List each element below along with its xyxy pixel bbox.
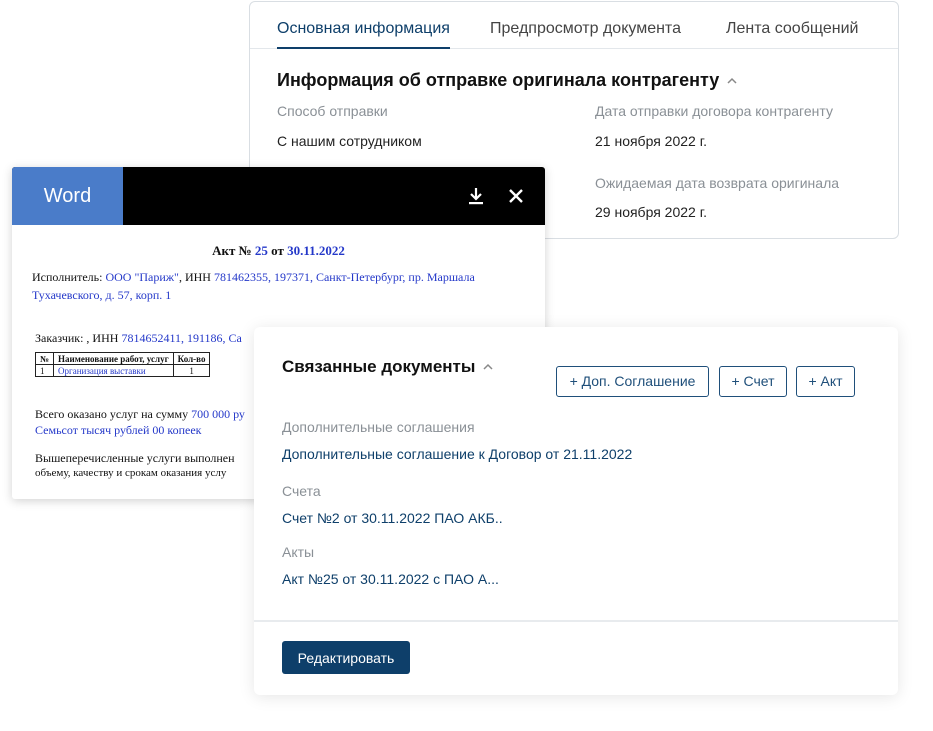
doc-executor-name: ООО "Париж" [105, 270, 179, 284]
agreement-link[interactable]: Дополнительные соглашение к Договор от 2… [282, 446, 632, 462]
invoice-link[interactable]: Счет №2 от 30.11.2022 ПАО АКБ.. [282, 510, 503, 526]
table-cell: Организация выставки [53, 364, 174, 377]
doc-total-prefix: Всего оказано услуг на сумму [35, 407, 189, 421]
linked-documents-card: Связанные документы + Доп. Соглашение + … [254, 327, 898, 695]
doc-total-amount: 700 000 ру [191, 407, 245, 421]
shipping-section-header[interactable]: Информация об отправке оригинала контраг… [277, 70, 737, 91]
table-header-row: № Наименование работ, услуг Кол-во [34, 352, 211, 365]
send-method-value: С нашим сотрудником [277, 133, 422, 149]
add-agreement-button[interactable]: + Доп. Соглашение [556, 366, 709, 397]
acts-label: Акты [282, 544, 315, 560]
doc-executor-line: Исполнитель: ООО "Париж", ИНН 781462355,… [32, 270, 475, 285]
doc-executor-details: 781462355, 197371, Санкт-Петербург, пр. … [213, 270, 475, 284]
chevron-up-icon[interactable] [483, 359, 493, 373]
word-viewer-header: Word [12, 167, 545, 225]
table-cell: 1 [34, 364, 55, 377]
doc-customer-line: Заказчик: , ИНН 7814652411, 191186, Са [35, 331, 242, 346]
send-date-label: Дата отправки договора контрагенту [595, 103, 833, 119]
doc-executor-inn-label: , ИНН [178, 270, 211, 284]
doc-title-prefix: Акт № [212, 243, 252, 258]
table-header-cell: Кол-во [172, 352, 211, 365]
doc-executor-prefix: Исполнитель: [32, 270, 103, 284]
table-cell: 1 [172, 364, 211, 377]
tab-document-preview[interactable]: Предпросмотр документа [490, 20, 681, 47]
doc-conclusion-1: Вышеперечисленные услуги выполнен [35, 451, 235, 465]
doc-title: Акт № 25 от 30.11.2022 [12, 243, 545, 259]
doc-conclusion-2: объему, качеству и срокам оказания услу [35, 467, 227, 479]
linked-docs-title: Связанные документы [282, 357, 476, 376]
chevron-up-icon[interactable] [727, 73, 737, 87]
doc-services-table: № Наименование работ, услуг Кол-во 1 Орг… [34, 352, 211, 377]
send-date-value: 21 ноября 2022 г. [595, 133, 707, 149]
tab-main-info[interactable]: Основная информация [277, 20, 450, 49]
invoices-label: Счета [282, 483, 321, 499]
return-date-value: 29 ноября 2022 г. [595, 204, 707, 220]
tab-message-feed[interactable]: Лента сообщений [726, 20, 858, 47]
download-icon[interactable] [465, 185, 487, 207]
agreements-label: Дополнительные соглашения [282, 419, 475, 435]
table-header-cell: Наименование работ, услуг [53, 352, 174, 365]
add-invoice-button[interactable]: + Счет [719, 366, 787, 397]
divider [254, 620, 898, 622]
edit-button[interactable]: Редактировать [282, 641, 410, 674]
return-date-label: Ожидаемая дата возврата оригинала [595, 175, 840, 191]
act-link[interactable]: Акт №25 от 30.11.2022 с ПАО А... [282, 571, 499, 587]
tab-bar: Основная информация Предпросмотр докумен… [250, 2, 898, 49]
doc-customer-prefix: Заказчик: , ИНН [35, 331, 119, 345]
table-header-cell: № [34, 352, 55, 365]
doc-title-date: 30.11.2022 [287, 243, 345, 258]
doc-title-number: 25 [254, 243, 268, 258]
close-icon[interactable] [505, 185, 527, 207]
word-badge: Word [12, 167, 123, 225]
doc-executor-details-2: Тухачевского, д. 57, корп. 1 [32, 288, 172, 302]
doc-total-words: Семьсот тысяч рублей 00 копеек [35, 423, 202, 437]
table-row: 1 Организация выставки 1 [34, 364, 211, 377]
doc-title-mid: от [271, 243, 284, 258]
doc-customer-details: 7814652411, 191186, Са [121, 331, 242, 345]
doc-total-line: Всего оказано услуг на сумму 700 000 ру [35, 407, 245, 422]
add-act-button[interactable]: + Акт [796, 366, 855, 397]
shipping-section-title: Информация об отправке оригинала контраг… [277, 70, 720, 90]
send-method-label: Способ отправки [277, 103, 388, 119]
linked-docs-header[interactable]: Связанные документы [282, 357, 493, 377]
